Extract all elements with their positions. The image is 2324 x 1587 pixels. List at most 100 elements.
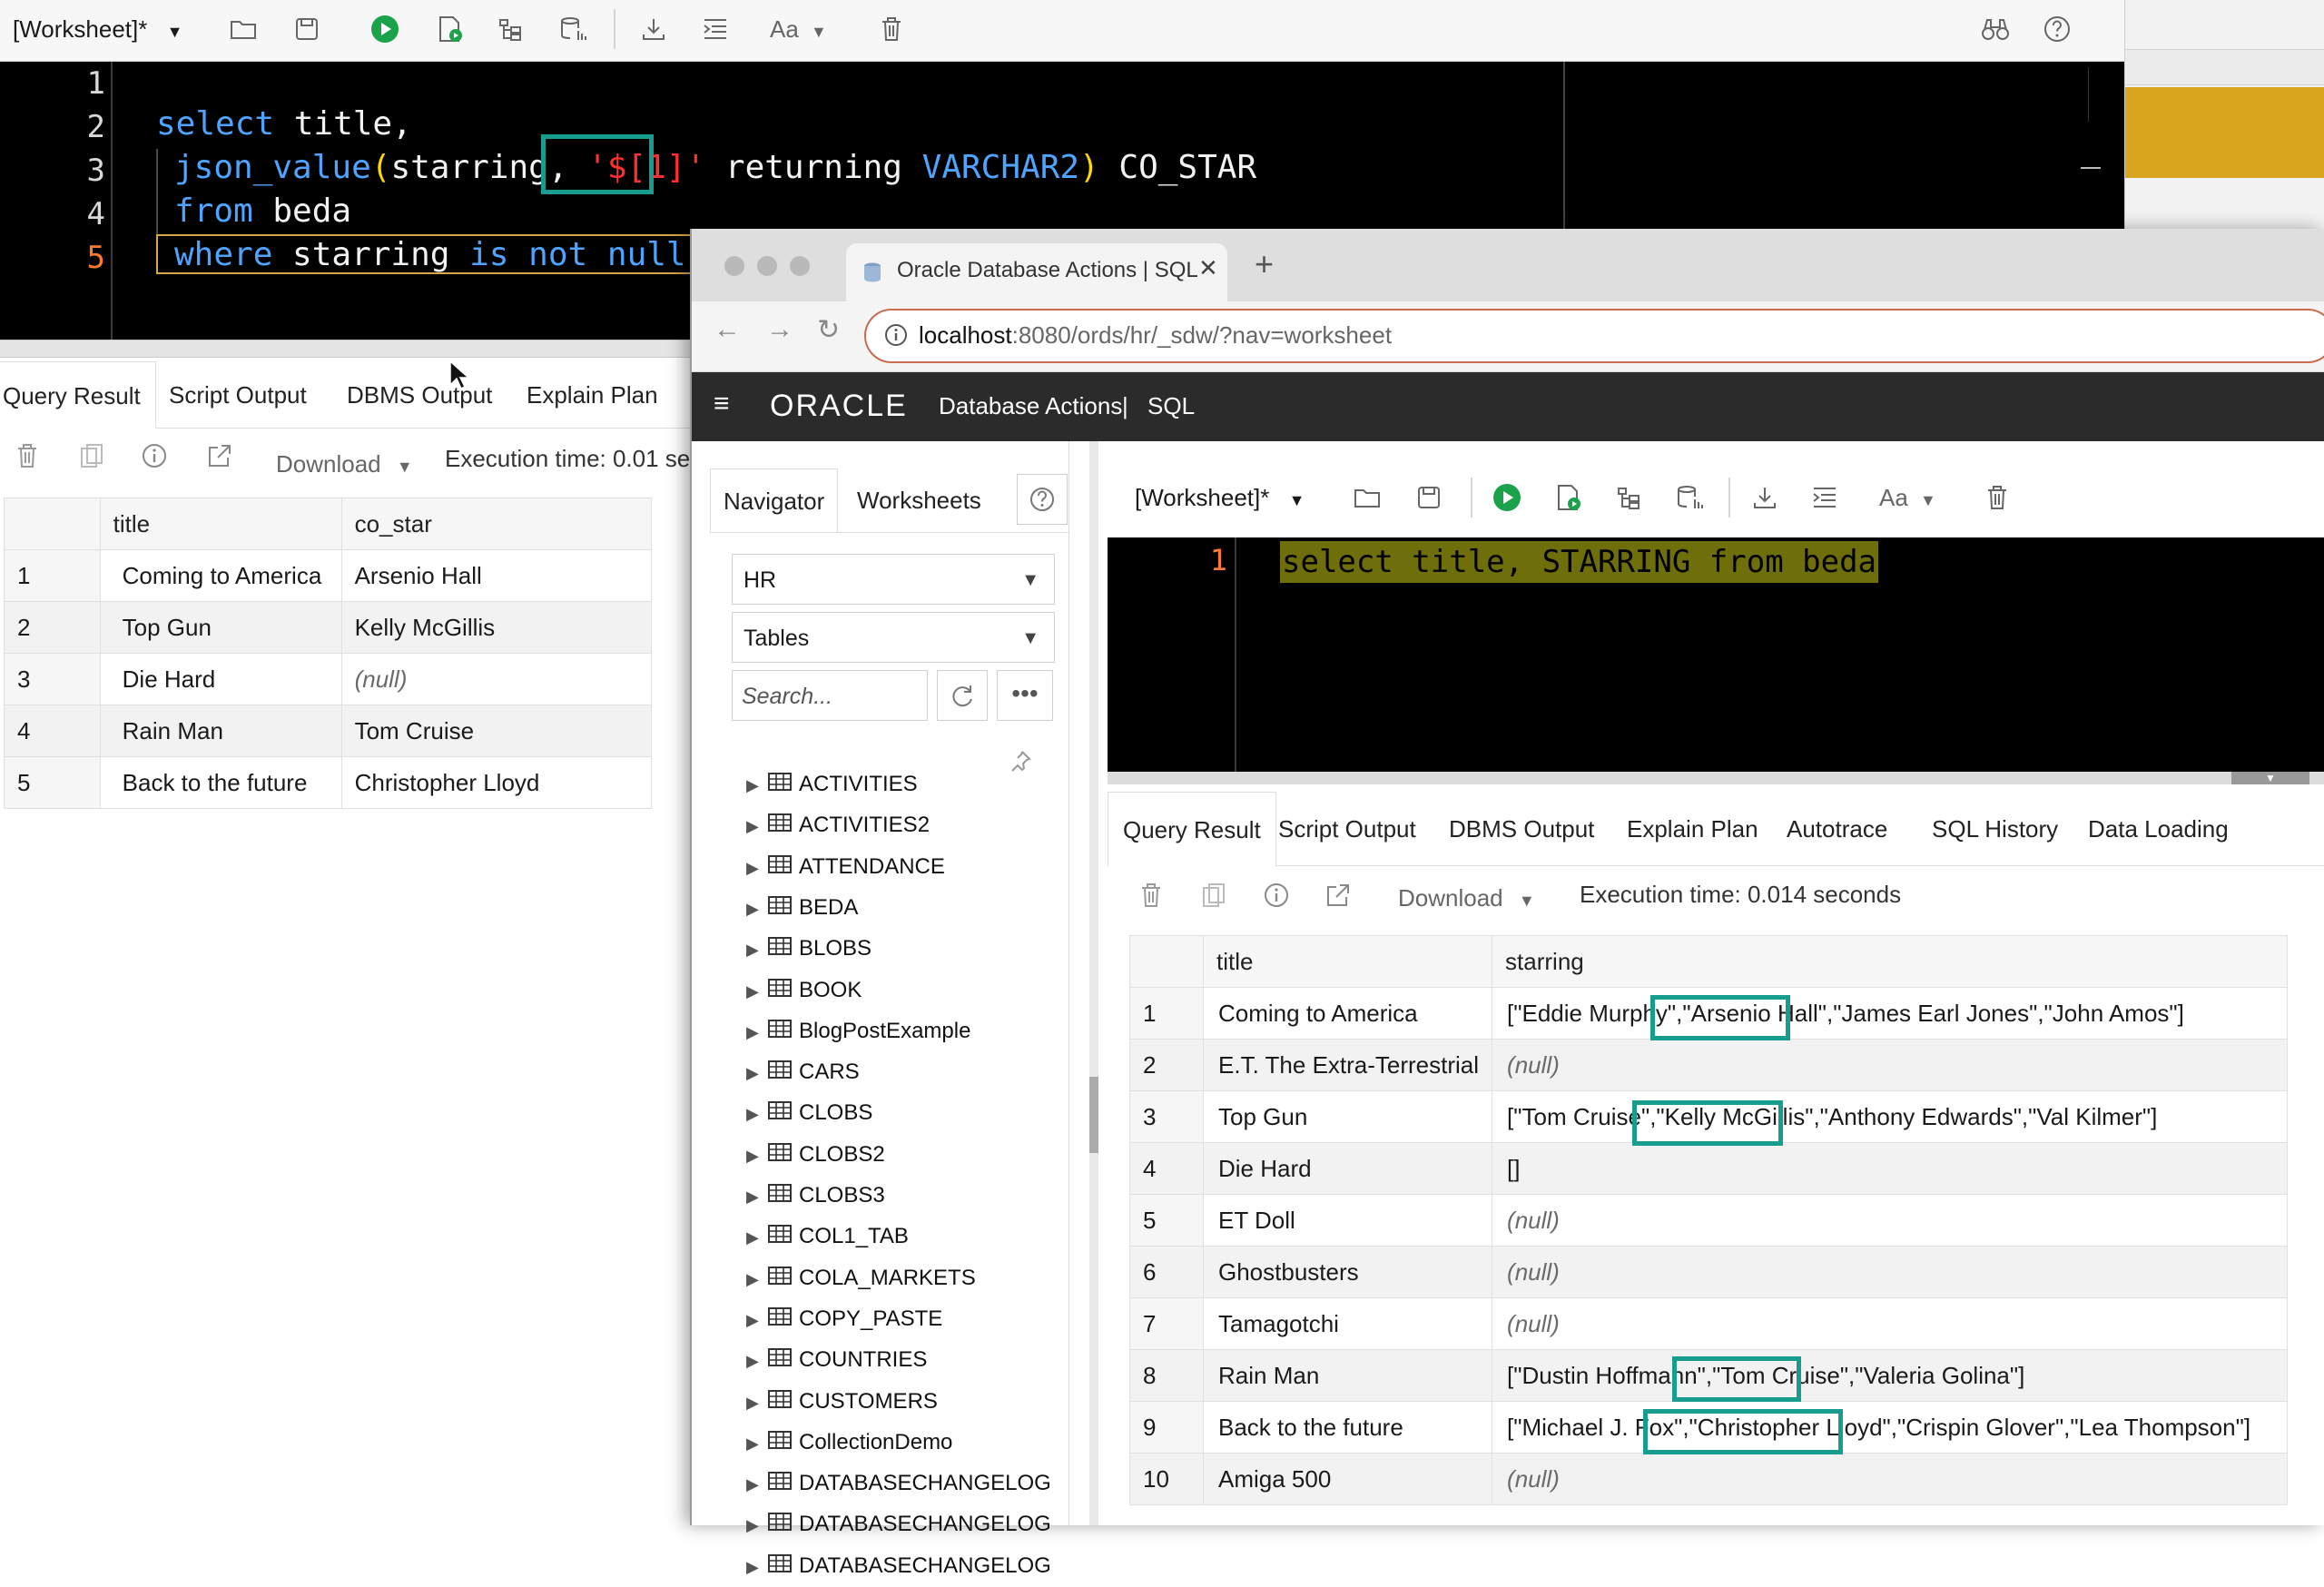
window-minimize-button[interactable] (757, 256, 777, 276)
download-icon[interactable] (1745, 478, 1785, 518)
cell[interactable]: Rain Man (99, 705, 342, 757)
tab-dbms-output[interactable]: DBMS Output (1434, 792, 1609, 866)
cell[interactable]: Die Hard (1202, 1142, 1493, 1195)
forward-arrow-icon[interactable]: → (766, 314, 793, 345)
worksheet-code-editor[interactable]: 1 select title, STARRING from beda (1108, 537, 2324, 772)
hamburger-menu-icon[interactable]: ≡ (714, 389, 730, 419)
worksheet-selector[interactable]: [Worksheet]* ▼ (1135, 478, 1305, 520)
open-external-icon[interactable] (207, 443, 232, 475)
explain-icon[interactable] (1609, 478, 1649, 518)
expand-icon[interactable]: ▶ (746, 1464, 768, 1504)
tab-sql-history[interactable]: SQL History (1917, 792, 2073, 866)
expand-icon[interactable]: ▶ (746, 1300, 768, 1340)
autotrace-icon[interactable] (1670, 478, 1710, 518)
copy-icon[interactable] (1202, 882, 1226, 914)
info-icon[interactable] (142, 443, 167, 475)
scrollbar-thumb[interactable] (2081, 167, 2101, 169)
tree-item-table[interactable]: ▶ CLOBS2 (746, 1135, 885, 1175)
help-icon[interactable] (2037, 9, 2077, 49)
font-icon[interactable]: Aa ▼ (1879, 478, 1936, 520)
tree-item-table[interactable]: ▶ ACTIVITIES (746, 764, 918, 804)
expand-icon[interactable]: ▶ (746, 1383, 768, 1423)
expand-icon[interactable]: ▶ (746, 1053, 768, 1093)
cell[interactable]: ["Eddie Murphy","Arsenio Hall","James Ea… (1492, 987, 2288, 1040)
search-input[interactable]: Search... (732, 670, 928, 721)
tab-navigator[interactable]: Navigator (710, 468, 839, 532)
cell[interactable]: Back to the future (1202, 1401, 1493, 1454)
expand-icon[interactable]: ▶ (746, 848, 768, 888)
schema-select[interactable]: HR ▼ (732, 554, 1055, 605)
tree-item-table[interactable]: ▶ BOOK (746, 971, 862, 1010)
tree-item-table[interactable]: ▶ CUSTOMERS (746, 1382, 938, 1422)
trash-icon[interactable] (1140, 882, 1162, 914)
tab-explain-plan[interactable]: Explain Plan (512, 361, 673, 429)
tree-item-table[interactable]: ▶ BLOBS (746, 929, 872, 969)
format-icon[interactable] (1805, 478, 1845, 518)
table-row[interactable]: 3 Die Hard (null) (4, 653, 653, 705)
expand-icon[interactable]: ▶ (746, 1217, 768, 1257)
cell[interactable]: Coming to America (1202, 987, 1493, 1040)
table-row[interactable]: 2 E.T. The Extra-Terrestrial (null) (1129, 1039, 2288, 1091)
expand-icon[interactable]: ▶ (746, 1547, 768, 1587)
cell[interactable]: Tom Cruise (340, 705, 653, 757)
trash-icon[interactable] (16, 443, 38, 475)
cell[interactable]: ["Tom Cruise","Kelly McGillis","Anthony … (1492, 1090, 2288, 1143)
tree-item-table[interactable]: ▶ CARS (746, 1052, 860, 1092)
column-header[interactable]: co_star (340, 498, 653, 550)
table-row[interactable]: 7 Tamagotchi (null) (1129, 1297, 2288, 1350)
cell[interactable]: ["Michael J. Fox","Christopher Lloyd","C… (1492, 1401, 2288, 1454)
tree-item-table[interactable]: ▶ CLOBS3 (746, 1176, 885, 1216)
window-close-button[interactable] (724, 256, 744, 276)
cell[interactable]: Top Gun (99, 601, 342, 654)
folder-open-icon[interactable] (1347, 478, 1387, 518)
cell[interactable]: (null) (1492, 1194, 2288, 1247)
save-icon[interactable] (287, 9, 327, 49)
font-icon[interactable]: Aa ▼ (770, 9, 827, 52)
folder-open-icon[interactable] (223, 9, 263, 49)
column-header[interactable]: starring (1492, 935, 2288, 988)
cell[interactable]: Tamagotchi (1202, 1297, 1493, 1350)
expand-icon[interactable]: ▶ (746, 1136, 768, 1176)
back-result-grid[interactable]: title co_star 1 Coming to America Arsenio … (4, 498, 653, 809)
tab-worksheets[interactable]: Worksheets (844, 468, 994, 532)
run-script-icon[interactable] (1549, 478, 1589, 518)
table-row[interactable]: 6 Ghostbusters (null) (1129, 1246, 2288, 1298)
tab-explain-plan[interactable]: Explain Plan (1612, 792, 1773, 866)
panel-splitter[interactable] (1089, 441, 1098, 1525)
tab-data-loading[interactable]: Data Loading (2073, 792, 2243, 866)
table-row[interactable]: 1 Coming to America Arsenio Hall (4, 549, 653, 602)
trash-icon[interactable] (872, 9, 911, 49)
refresh-icon[interactable] (937, 670, 988, 721)
tree-item-table[interactable]: ▶ ACTIVITIES2 (746, 805, 930, 845)
trash-icon[interactable] (1977, 478, 2017, 518)
cell[interactable]: Back to the future (99, 756, 342, 809)
table-row[interactable]: 4 Die Hard[] (1129, 1142, 2288, 1195)
run-icon[interactable] (1487, 478, 1527, 518)
reload-icon[interactable]: ↻ (817, 314, 840, 346)
back-arrow-icon[interactable]: ← (714, 314, 741, 345)
cell[interactable]: E.T. The Extra-Terrestrial (1202, 1039, 1493, 1091)
cell[interactable]: ["Dustin Hoffmann","Tom Cruise","Valeria… (1492, 1349, 2288, 1402)
tree-item-table[interactable]: ▶ CollectionDemo (746, 1423, 952, 1463)
new-tab-icon[interactable]: + (1255, 245, 1274, 283)
browser-tab[interactable]: Oracle Database Actions | SQL ✕ (846, 243, 1227, 301)
expand-icon[interactable]: ▶ (746, 971, 768, 1011)
url-input[interactable]: localhost:8080/ords/hr/_sdw/?nav=workshe… (864, 309, 2324, 363)
table-row[interactable]: 5 ET Doll (null) (1129, 1194, 2288, 1247)
copy-icon[interactable] (80, 443, 103, 475)
tab-query-result[interactable]: Query Result (1108, 792, 1276, 866)
expand-icon[interactable]: ▶ (746, 1259, 768, 1299)
cell[interactable]: Die Hard (99, 653, 342, 705)
expand-icon[interactable]: ▶ (746, 1012, 768, 1052)
table-row[interactable]: 4 Rain Man Tom Cruise (4, 705, 653, 757)
editor-results-splitter[interactable]: ▼ (1108, 772, 2324, 784)
expand-icon[interactable]: ▶ (746, 806, 768, 846)
tab-autotrace[interactable]: Autotrace (1772, 792, 1902, 866)
tree-item-table[interactable]: ▶ COL1_TAB (746, 1217, 909, 1257)
tab-query-result[interactable]: Query Result (0, 361, 156, 429)
binoculars-icon[interactable] (1975, 9, 2015, 49)
tree-item-table[interactable]: ▶ COLA_MARKETS (746, 1258, 976, 1298)
tree-item-table[interactable]: ▶ ATTENDANCE (746, 847, 945, 887)
expand-icon[interactable]: ▶ (746, 930, 768, 970)
expand-icon[interactable]: ▶ (746, 889, 768, 929)
